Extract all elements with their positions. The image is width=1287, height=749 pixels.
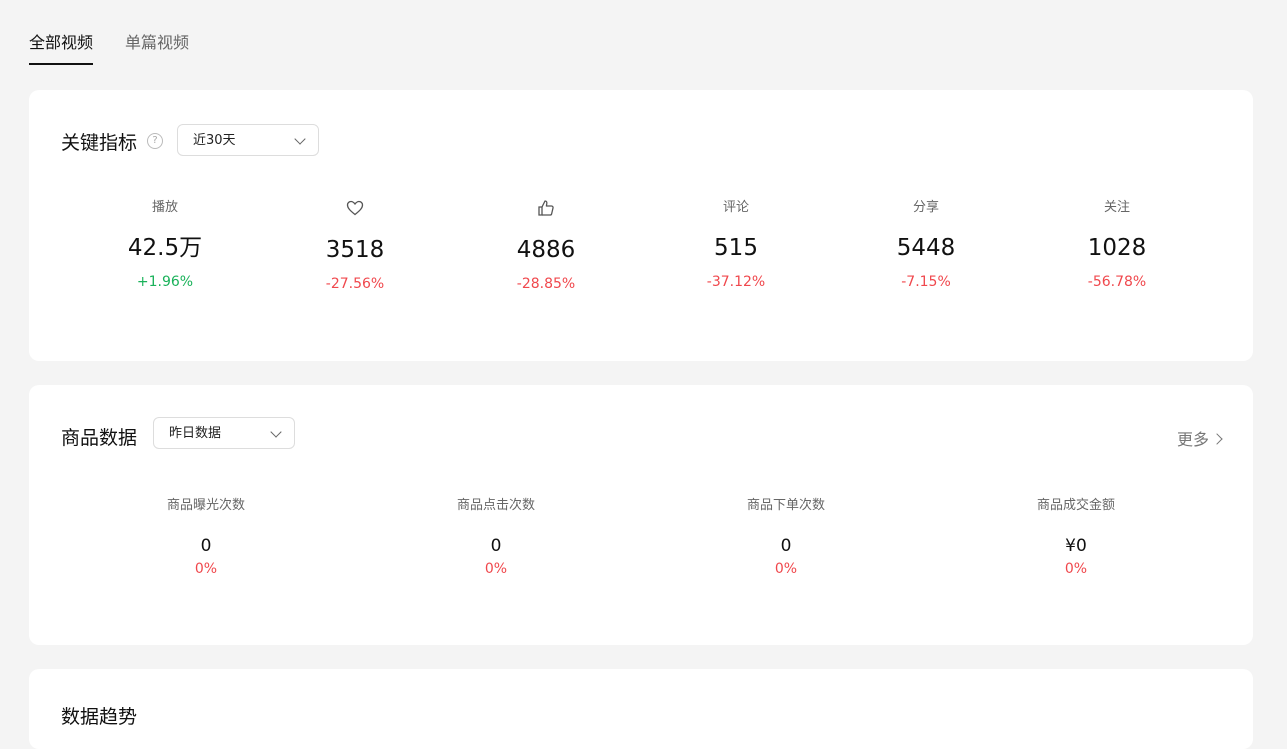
goods-data-card: 商品数据 昨日数据 更多 商品曝光次数 0 0% 商品点击次数 0 0% 商品下… <box>29 385 1253 645</box>
metric-label: 分享 <box>912 200 939 215</box>
metric-value: 42.5万 <box>127 235 203 261</box>
key-metrics-title: 关键指标 <box>61 132 138 154</box>
tab-all-videos[interactable]: 全部视频 <box>29 28 94 66</box>
metric-shares: 分享 5448 -7.15% <box>831 198 1021 290</box>
metric-label: 关注 <box>1103 200 1130 215</box>
metric-change: +1.96% <box>136 274 194 290</box>
metric-value: 5448 <box>896 235 956 261</box>
goods-period-select[interactable]: 昨日数据 <box>153 417 295 449</box>
metric-likes: 3518 -27.56% <box>260 198 450 292</box>
period-select-value: 近30天 <box>193 133 236 148</box>
goods-metric-change: 0% <box>194 561 218 577</box>
metric-change: -28.85% <box>516 276 576 292</box>
metric-change: -56.78% <box>1087 274 1147 290</box>
goods-metric-label: 商品成交金额 <box>1036 498 1115 513</box>
more-link[interactable]: 更多 <box>1176 426 1223 450</box>
goods-metric-value: 0 <box>780 536 792 556</box>
metric-play: 播放 42.5万 +1.96% <box>70 198 260 290</box>
data-trend-card: 数据趋势 <box>29 669 1253 749</box>
goods-metric-value: 0 <box>490 536 502 556</box>
metric-change: -37.12% <box>706 274 766 290</box>
goods-metric-label: 商品曝光次数 <box>166 498 245 513</box>
metric-follows: 关注 1028 -56.78% <box>1022 198 1212 290</box>
goods-metric-label: 商品点击次数 <box>456 498 535 513</box>
goods-metric-exposure: 商品曝光次数 0 0% <box>61 496 351 577</box>
chevron-down-icon <box>294 133 306 145</box>
data-trend-title: 数据趋势 <box>61 706 138 728</box>
metric-change: -7.15% <box>901 274 951 290</box>
metric-change: -27.56% <box>325 276 385 292</box>
metric-value: 4886 <box>516 237 576 263</box>
chevron-right-icon <box>1211 432 1223 445</box>
video-scope-tabs: 全部视频 单篇视频 <box>29 28 189 68</box>
metric-comments: 评论 515 -37.12% <box>641 198 831 290</box>
thumbs-up-icon <box>451 198 641 218</box>
period-select[interactable]: 近30天 <box>177 124 319 156</box>
goods-metric-clicks: 商品点击次数 0 0% <box>351 496 641 577</box>
goods-data-title: 商品数据 <box>61 427 138 449</box>
metric-value: 1028 <box>1087 235 1147 261</box>
goods-period-select-value: 昨日数据 <box>169 426 222 441</box>
metric-value: 515 <box>714 235 758 261</box>
goods-metric-orders: 商品下单次数 0 0% <box>641 496 931 577</box>
metric-thumbs-up: 4886 -28.85% <box>451 198 641 292</box>
goods-metric-change: 0% <box>484 561 508 577</box>
tab-single-video[interactable]: 单篇视频 <box>125 28 189 66</box>
metric-value: 3518 <box>325 237 385 263</box>
help-icon[interactable]: ? <box>147 133 163 149</box>
metric-label: 评论 <box>722 200 749 215</box>
chevron-down-icon <box>270 426 282 438</box>
goods-metric-gmv: 商品成交金额 ¥0 0% <box>931 496 1221 577</box>
metric-label: 播放 <box>151 200 178 215</box>
more-label: 更多 <box>1176 430 1209 449</box>
heart-icon <box>260 198 450 218</box>
goods-metric-change: 0% <box>774 561 798 577</box>
goods-metric-value: ¥0 <box>1065 536 1087 556</box>
goods-metric-value: 0 <box>200 536 212 556</box>
key-metrics-card: 关键指标 ? 近30天 播放 42.5万 +1.96% 3518 -27.56%… <box>29 90 1253 361</box>
goods-metric-label: 商品下单次数 <box>746 498 825 513</box>
goods-metric-change: 0% <box>1064 561 1088 577</box>
